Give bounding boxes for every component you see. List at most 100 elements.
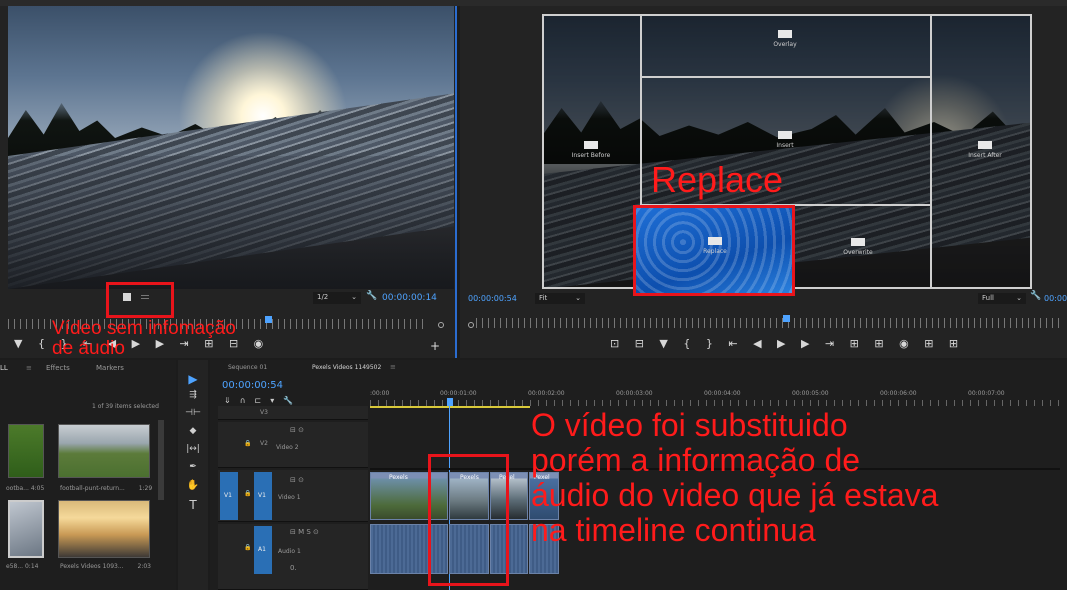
tools-panel: ▶ ⇶ ⊣⊢ ◆ |↔| ✒ ✋ T bbox=[178, 360, 208, 590]
effects-tab[interactable]: Effects bbox=[46, 364, 70, 372]
insert-drop-zone[interactable]: Insert bbox=[750, 131, 820, 149]
program-transport-controls[interactable]: ⊡ ⊟ ▼ { } ⇤ ◀ ▶ ▶ ⇥ ⊞ ⊞ ◉ ⊞ ⊞ bbox=[610, 337, 964, 350]
timeline-tab-active[interactable]: Pexels Videos 1149502 bbox=[312, 364, 381, 371]
work-area-bar[interactable] bbox=[370, 406, 530, 408]
razor-tool-icon[interactable]: ◆ bbox=[184, 426, 202, 436]
insert-before-label: Insert Before bbox=[571, 152, 611, 159]
track-v2-header[interactable]: 🔒 V2 Video 2 ⊟ ⊙ bbox=[218, 422, 368, 468]
insert-after-icon bbox=[978, 141, 992, 149]
zoom-handle[interactable] bbox=[438, 322, 444, 328]
program-zoom-handle[interactable] bbox=[468, 322, 474, 328]
timeline-tab-sequence[interactable]: Sequence 01 bbox=[228, 364, 267, 371]
type-tool-icon[interactable]: T bbox=[184, 498, 202, 512]
item-name: ootba... bbox=[6, 485, 29, 492]
item-duration: 4:05 bbox=[30, 485, 45, 492]
track-target-a1[interactable]: A1 bbox=[254, 526, 272, 574]
insert-after-drop-zone[interactable]: Insert After bbox=[950, 141, 1020, 159]
insert-after-label: Insert After bbox=[968, 152, 1002, 159]
program-time-ruler[interactable] bbox=[476, 318, 1061, 328]
tab-menu-icon[interactable]: ≡ bbox=[26, 364, 32, 372]
toggle-output-icon[interactable]: ⊟ ⊙ bbox=[290, 476, 304, 484]
ruler-label: 00:00:03:00 bbox=[616, 390, 653, 397]
track-target-v1[interactable]: V1 bbox=[254, 472, 272, 520]
annotation-source-note: Vídeo sem infomação de áudio bbox=[52, 318, 236, 359]
ruler-label: 00:00:04:00 bbox=[704, 390, 741, 397]
project-panel: LL ≡ Effects Markers 1 of 39 items selec… bbox=[0, 360, 176, 590]
project-item-thumbnail-selected[interactable] bbox=[8, 500, 44, 558]
ruler-label: 00:00:06:00 bbox=[880, 390, 917, 397]
item-duration: 2:03 bbox=[137, 563, 151, 570]
source-patch-v1[interactable]: V1 bbox=[220, 472, 238, 520]
timeline-toolbar-icons[interactable]: ⇓∩⊏▾🔧 bbox=[224, 396, 302, 405]
project-scrollbar[interactable] bbox=[158, 420, 164, 500]
overlay-drop-zone[interactable]: Overlay bbox=[750, 30, 820, 48]
program-wrench-icon[interactable]: 🔧 bbox=[1030, 291, 1041, 301]
project-item-name: e58... 0:14 bbox=[6, 563, 38, 570]
timeline-tab-menu-icon[interactable]: ≡ bbox=[390, 363, 396, 371]
track-id: V3 bbox=[260, 409, 268, 416]
track-name: Video 2 bbox=[276, 444, 299, 451]
overwrite-label: Overwrite bbox=[843, 249, 873, 256]
timeline-playhead[interactable] bbox=[447, 398, 453, 406]
timeline-timecode[interactable]: 00:00:00:54 bbox=[222, 380, 283, 391]
source-patch-label: V1 bbox=[224, 492, 232, 499]
track-select-tool-icon[interactable]: ⇶ bbox=[184, 390, 202, 400]
audio-level[interactable]: 0. bbox=[290, 564, 297, 572]
project-item-thumbnail[interactable] bbox=[8, 424, 44, 478]
lock-icon[interactable]: 🔒 bbox=[244, 440, 251, 447]
project-item-thumbnail[interactable] bbox=[58, 424, 150, 478]
overlay-label: Overlay bbox=[773, 41, 797, 48]
pen-tool-icon[interactable]: ✒ bbox=[184, 462, 202, 472]
source-monitor: 1/2 ⌄ 🔧 00:00:00:14 ▼ { } ⇤ ◀ ▶ ▶ ⇥ ⊞ ⊟ … bbox=[0, 6, 455, 358]
track-v1-header[interactable]: V1 🔒 V1 Video 1 ⊟ ⊙ bbox=[218, 470, 368, 522]
hand-tool-icon[interactable]: ✋ bbox=[184, 480, 202, 491]
program-playhead[interactable] bbox=[783, 315, 790, 322]
track-v3-header[interactable]: V3 bbox=[218, 406, 368, 420]
panel-focus-border bbox=[455, 6, 457, 358]
program-fit-value: Fit bbox=[539, 294, 548, 302]
insert-label: Insert bbox=[776, 142, 794, 149]
source-playhead[interactable] bbox=[265, 316, 272, 323]
track-id: V1 bbox=[258, 492, 266, 499]
wrench-icon[interactable]: 🔧 bbox=[366, 291, 377, 301]
selection-tool-icon[interactable]: ▶ bbox=[184, 372, 202, 386]
add-button[interactable]: + bbox=[430, 339, 440, 353]
item-duration: 0:14 bbox=[24, 563, 39, 570]
track-id: A1 bbox=[258, 546, 266, 553]
program-duration: 00:00:00: bbox=[1044, 294, 1067, 303]
program-quality-select[interactable]: Full ⌄ bbox=[978, 293, 1026, 304]
project-item-name: football-punt-return... 1:29 bbox=[60, 485, 152, 492]
ripple-edit-tool-icon[interactable]: ⊣⊢ bbox=[184, 408, 202, 418]
project-tab-1[interactable]: LL bbox=[0, 364, 8, 372]
source-zoom-select[interactable]: 1/2 ⌄ bbox=[313, 292, 361, 304]
lock-icon[interactable]: 🔒 bbox=[244, 490, 251, 497]
track-name: Audio 1 bbox=[278, 548, 301, 555]
annotation-box-source-drag bbox=[106, 282, 174, 318]
toggle-output-icon[interactable]: ⊟ ⊙ bbox=[290, 426, 304, 434]
project-item-thumbnail[interactable] bbox=[58, 500, 150, 558]
program-fit-select[interactable]: Fit ⌄ bbox=[535, 293, 585, 304]
track-id: V2 bbox=[260, 440, 268, 447]
source-timecode[interactable]: 00:00:00:14 bbox=[382, 293, 437, 303]
source-video-frame[interactable] bbox=[8, 6, 454, 289]
markers-tab[interactable]: Markers bbox=[96, 364, 124, 372]
ruler-label: 00:00:07:00 bbox=[968, 390, 1005, 397]
project-item-name: ootba... 4:05 bbox=[6, 485, 44, 492]
item-name: football-punt-return... bbox=[60, 485, 125, 492]
insert-before-drop-zone[interactable]: Insert Before bbox=[556, 141, 626, 159]
overwrite-drop-zone[interactable]: Overwrite bbox=[823, 238, 893, 256]
program-timecode[interactable]: 00:00:00:54 bbox=[468, 294, 517, 303]
track-a1-header[interactable]: 🔒 A1 Audio 1 ⊟ M S ⊙ 0. bbox=[218, 524, 368, 590]
slip-tool-icon[interactable]: |↔| bbox=[184, 444, 202, 454]
timeline-ruler[interactable]: :00:00 00:00:01:00 00:00:02:00 00:00:03:… bbox=[370, 386, 1060, 406]
lock-icon[interactable]: 🔒 bbox=[244, 544, 251, 551]
annotation-replace: Replace bbox=[651, 159, 784, 200]
item-duration: 1:29 bbox=[138, 485, 153, 492]
overlay-icon bbox=[778, 30, 792, 38]
ruler-label: 00:00:05:00 bbox=[792, 390, 829, 397]
annotation-box-timeline-clip bbox=[428, 454, 509, 586]
overwrite-icon bbox=[851, 238, 865, 246]
mute-solo-icons[interactable]: ⊟ M S ⊙ bbox=[290, 528, 319, 536]
project-item-name: Pexels Videos 1093... 2:03 bbox=[60, 563, 151, 570]
insert-before-icon bbox=[584, 141, 598, 149]
